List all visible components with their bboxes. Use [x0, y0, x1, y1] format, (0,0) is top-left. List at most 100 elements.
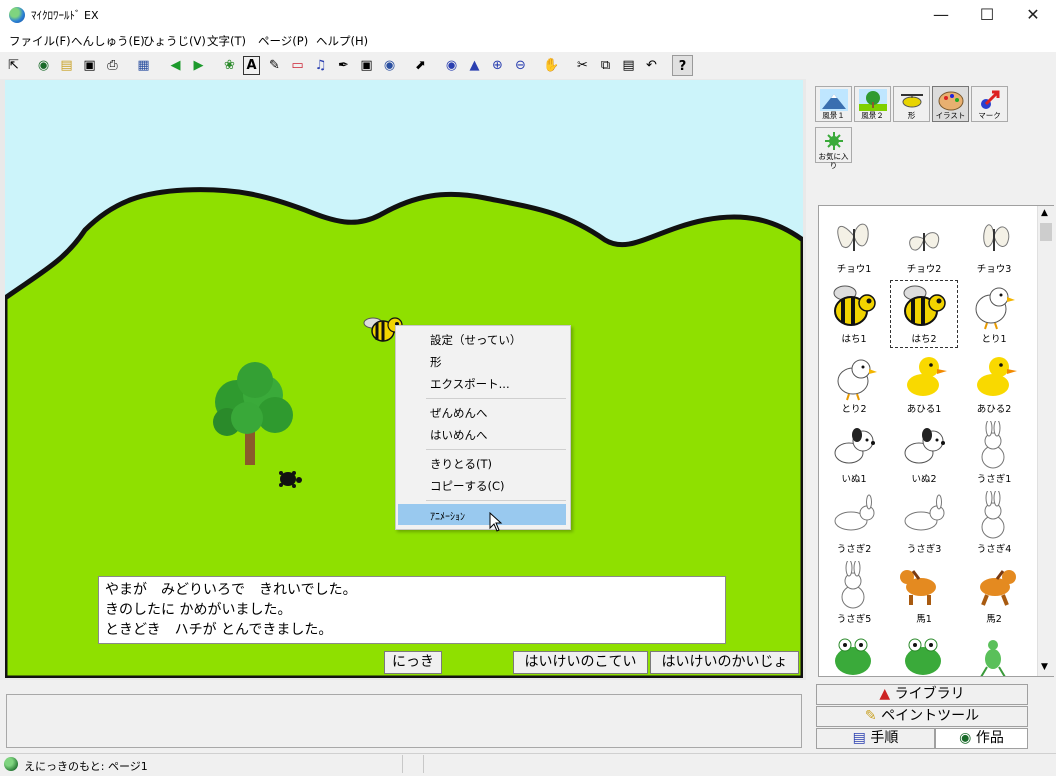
library-tab-label: ライブラリ [894, 686, 965, 702]
scroll-down-icon[interactable]: ▼ [1041, 662, 1048, 672]
library-item-bee2[interactable]: はち2 [889, 279, 959, 349]
eraser-icon[interactable]: ▭ [287, 55, 308, 76]
scroll-thumb[interactable] [1040, 223, 1052, 241]
library-tab-icon: ▲ [879, 686, 891, 702]
category-mark[interactable]: マーク [971, 86, 1008, 122]
library-item-butterfly2[interactable]: チョウ2 [889, 209, 959, 279]
library-scrollbar[interactable]: ▲ ▼ [1037, 206, 1054, 676]
favorite-button[interactable]: お気に入り [815, 127, 852, 170]
pen-icon[interactable]: ✒ [333, 55, 354, 76]
library-item-rabbit1[interactable]: うさぎ1 [959, 419, 1029, 489]
ctx-copy[interactable]: コピーする(C) [430, 478, 505, 494]
maximize-icon[interactable]: ☐ [964, 0, 1010, 30]
music-icon[interactable]: ♫ [310, 55, 331, 76]
world-icon[interactable]: ◉ [33, 55, 54, 76]
web-icon[interactable]: ◉ [379, 55, 400, 76]
menu-edit[interactable]: へんしゅう(E) [71, 33, 145, 49]
save-icon[interactable]: ▣ [79, 55, 100, 76]
scroll-up-icon[interactable]: ▲ [1041, 208, 1048, 218]
diary-textbox[interactable]: やまが みどりいろで きれいでした。 きのしたに かめがいました。 ときどき ハ… [98, 576, 726, 644]
eye-icon[interactable]: ◉ [441, 55, 462, 76]
library-item-butterfly1[interactable]: チョウ1 [819, 209, 889, 279]
library-item-rabbit5[interactable]: うさぎ5 [819, 559, 889, 629]
cut-icon[interactable]: ✂ [572, 55, 593, 76]
frog-icon [905, 638, 941, 675]
library-item-dog2[interactable]: いぬ2 [889, 419, 959, 489]
movie-icon[interactable]: ▣ [356, 55, 377, 76]
paint-icon[interactable]: ✎ [264, 55, 285, 76]
item-label: うさぎ2 [836, 544, 872, 555]
paste-icon[interactable]: ▤ [618, 55, 639, 76]
prev-page-icon[interactable]: ◀ [165, 55, 186, 76]
copy-icon[interactable]: ⧉ [595, 55, 616, 76]
menu-text[interactable]: 文字(T) [207, 33, 246, 49]
minimize-icon[interactable]: — [918, 0, 964, 30]
category-shape[interactable]: 形 [893, 86, 930, 122]
next-page-icon[interactable]: ▶ [188, 55, 209, 76]
paint-tab-label: ペイントツール [881, 708, 980, 724]
item-label: うさぎ1 [976, 474, 1012, 485]
library-item-horse1[interactable]: 馬1 [889, 559, 959, 629]
text-icon[interactable]: A [241, 55, 262, 76]
ctx-settings[interactable]: 設定（せってい） [430, 332, 521, 348]
rabbit-icon [841, 561, 865, 609]
background-release-button[interactable]: はいけいのかいじょ [650, 651, 799, 674]
panel-icon[interactable]: ▦ [133, 55, 154, 76]
library-item-frog1[interactable] [819, 629, 889, 676]
menu-help[interactable]: ヘルプ(H) [316, 33, 368, 49]
library-item-rabbit2[interactable]: うさぎ2 [819, 489, 889, 559]
tab-works[interactable]: ◉ 作品 [935, 728, 1028, 749]
library-item-duck1[interactable]: あひる1 [889, 349, 959, 419]
item-label: あひる2 [976, 404, 1012, 415]
ctx-bring-front[interactable]: ぜんめんへ [430, 405, 488, 421]
open-folder-icon[interactable]: ▤ [56, 55, 77, 76]
print-icon[interactable]: ⎙ [102, 55, 123, 76]
steps-tab-label: 手順 [870, 730, 899, 746]
library-item-rabbit4[interactable]: うさぎ4 [959, 489, 1029, 559]
help-icon[interactable]: ? [672, 55, 693, 76]
menu-file[interactable]: ファイル(F) [9, 33, 71, 49]
zoom-in-icon[interactable]: ⊕ [487, 55, 508, 76]
category-label: 風景１ [822, 111, 845, 120]
ctx-animation[interactable]: ｱﾆﾒｰｼｮﾝ [430, 508, 465, 523]
library-item-bee1[interactable]: はち1 [819, 279, 889, 349]
tab-steps[interactable]: ▤ 手順 [816, 728, 935, 749]
category-label: マーク [978, 111, 1001, 120]
diary-button[interactable]: にっき [384, 651, 442, 674]
category-illust[interactable]: イラスト [932, 86, 969, 122]
zoom-out-icon[interactable]: ⊖ [510, 55, 531, 76]
butterfly-icon [983, 224, 1010, 251]
ctx-cut[interactable]: きりとる(T) [430, 456, 492, 472]
ctx-export[interactable]: エクスポート... [430, 376, 510, 392]
library-item-frog2[interactable] [889, 629, 959, 676]
select-arrow-icon[interactable]: ⇱ [3, 55, 24, 76]
item-label: チョウ3 [976, 264, 1012, 275]
hand-stop-icon[interactable]: ✋ [541, 55, 562, 76]
library-item-dog1[interactable]: いぬ1 [819, 419, 889, 489]
category-landscape1[interactable]: 風景１ [815, 86, 852, 122]
undo-icon[interactable]: ↶ [641, 55, 662, 76]
menu-page[interactable]: ページ(P) [258, 33, 308, 49]
close-icon[interactable]: ✕ [1010, 0, 1056, 30]
status-globe-icon [4, 757, 18, 771]
library-item-butterfly3[interactable]: チョウ3 [959, 209, 1029, 279]
library-item-frog3[interactable] [959, 629, 1029, 676]
item-label: チョウ2 [906, 264, 942, 275]
item-label: とり1 [981, 334, 1007, 345]
item-label: とり2 [841, 404, 867, 415]
ctx-send-back[interactable]: はいめんへ [430, 427, 488, 443]
library-item-duck2[interactable]: あひる2 [959, 349, 1029, 419]
library-item-bird2[interactable]: とり2 [819, 349, 889, 419]
library-item-rabbit3[interactable]: うさぎ3 [889, 489, 959, 559]
plant-icon[interactable]: ❀ [219, 55, 240, 76]
category-landscape2[interactable]: 風景２ [854, 86, 891, 122]
stamp-icon[interactable]: ▲ [464, 55, 485, 76]
library-item-bird1[interactable]: とり1 [959, 279, 1029, 349]
tab-library[interactable]: ▲ ライブラリ [816, 684, 1028, 705]
menu-view[interactable]: ひょうじ(V) [143, 33, 206, 49]
pointer-icon[interactable]: ⬈ [410, 55, 431, 76]
ctx-shape[interactable]: 形 [430, 354, 442, 370]
tab-paint-tool[interactable]: ✎ ペイントツール [816, 706, 1028, 727]
library-item-horse2[interactable]: 馬2 [959, 559, 1029, 629]
background-fix-button[interactable]: はいけいのこてい [513, 651, 648, 674]
